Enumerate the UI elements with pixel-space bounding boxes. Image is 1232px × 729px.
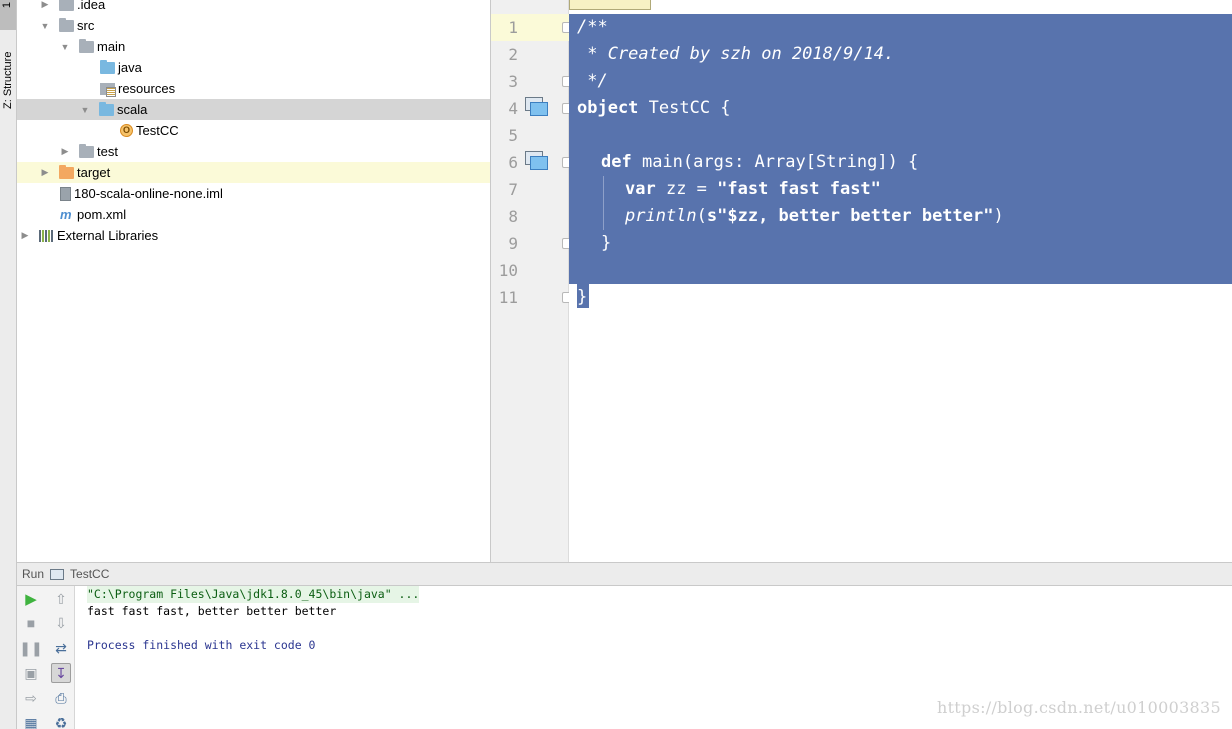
console-output-line: fast fast fast, better better better <box>87 604 337 618</box>
code-editor[interactable]: /** * Created by szh on 2018/9/14. */ ob… <box>569 0 1232 562</box>
run-panel-title: Run <box>22 567 45 581</box>
tree-item-idea[interactable]: ▶ .idea <box>17 0 490 15</box>
line-number: 3 <box>508 72 518 91</box>
watermark-text: https://blog.csdn.net/u010003835 <box>936 698 1221 717</box>
console-exit-line: Process finished with exit code 0 <box>87 638 316 652</box>
line-number: 2 <box>508 45 518 64</box>
source-folder-icon <box>100 59 115 74</box>
line-number: 5 <box>508 126 518 145</box>
tree-item-src[interactable]: ▼ src <box>17 15 490 36</box>
chevron-down-icon[interactable]: ▼ <box>79 104 91 116</box>
code-line-3: */ <box>577 71 608 91</box>
code-line-2: * Created by szh on 2018/9/14. <box>577 44 895 64</box>
rerun-icon[interactable]: ▶ <box>21 589 41 609</box>
structure-tool-tab[interactable]: Z: Structure <box>0 40 16 120</box>
console-command-line: "C:\Program Files\Java\jdk1.8.0_45\bin\j… <box>87 586 420 603</box>
folder-icon <box>79 38 94 53</box>
trash-icon[interactable]: ♻ <box>51 713 71 729</box>
code-line-6: def main(args: Array[String]) { <box>601 152 919 172</box>
folder-icon <box>59 17 74 32</box>
line-number: 4 <box>508 99 518 118</box>
chevron-down-icon[interactable]: ▼ <box>39 20 51 32</box>
print-icon[interactable]: ⎙ <box>51 688 71 708</box>
chevron-right-icon[interactable]: ▶ <box>19 230 31 242</box>
run-panel-header: Run TestCC <box>17 562 1232 586</box>
chevron-right-icon[interactable]: ▶ <box>39 167 51 179</box>
iml-file-icon <box>60 186 71 201</box>
soft-wrap-icon[interactable]: ⇄ <box>51 638 71 658</box>
tree-item-pom[interactable]: m pom.xml <box>17 204 490 225</box>
tree-item-iml[interactable]: 180-scala-online-none.iml <box>17 183 490 204</box>
arrow-up-icon[interactable]: ⇧ <box>51 589 71 609</box>
run-config-tab[interactable]: TestCC <box>70 567 109 581</box>
line-number: 7 <box>508 180 518 199</box>
folder-icon <box>59 0 74 11</box>
code-line-7: var zz = "fast fast fast" <box>625 179 881 199</box>
run-toolbar: ▶ ⇧ ■ ⇩ ❚❚ ⇄ ▣ ↧ ⇨ ⎙ ▦ ♻ <box>17 586 75 729</box>
login-icon[interactable]: ⇨ <box>21 688 41 708</box>
code-line-1: /** <box>577 17 608 37</box>
line-number: 1 <box>491 14 569 41</box>
editor-gutter: 1 2 3 4 5 6 7 8 9 10 11 <box>491 0 573 562</box>
tree-item-scala[interactable]: ▼ scala <box>17 99 490 120</box>
editor-tooltip <box>569 0 651 10</box>
structure-tab-label: Z: Structure <box>2 51 14 109</box>
run-gutter-icon[interactable] <box>525 97 549 117</box>
project-tool-tab[interactable]: 1 <box>0 0 16 30</box>
excluded-folder-icon <box>59 164 74 179</box>
scroll-to-end-icon[interactable]: ↧ <box>51 663 71 683</box>
source-folder-icon <box>99 101 114 116</box>
line-number: 6 <box>508 153 518 172</box>
chevron-down-icon[interactable]: ▼ <box>59 41 71 53</box>
stop-icon[interactable]: ■ <box>21 613 41 633</box>
chevron-right-icon[interactable]: ▶ <box>39 0 51 11</box>
scala-object-icon: O <box>120 124 133 137</box>
chevron-right-icon[interactable]: ▶ <box>59 146 71 158</box>
tree-item-target[interactable]: ▶ target <box>17 162 490 183</box>
project-tree-panel: ▶ .idea ▼ src ▼ main java resources ▼ sc… <box>17 0 491 562</box>
tree-item-java[interactable]: java <box>17 57 490 78</box>
run-gutter-icon[interactable] <box>525 151 549 171</box>
code-line-11: } <box>577 287 588 307</box>
resources-folder-icon <box>100 82 116 97</box>
code-line-9: } <box>601 233 612 253</box>
code-line-4: object TestCC { <box>577 98 731 118</box>
tree-item-external-libraries[interactable]: ▶ External Libraries <box>17 225 490 246</box>
tree-item-testcc[interactable]: O TestCC <box>17 120 490 141</box>
indent-guide <box>603 176 604 230</box>
layout-icon[interactable]: ▦ <box>21 713 41 729</box>
camera-icon[interactable]: ▣ <box>21 663 41 683</box>
maven-file-icon: m <box>60 207 72 222</box>
pause-icon[interactable]: ❚❚ <box>19 638 42 658</box>
folder-icon <box>79 143 94 158</box>
line-number: 10 <box>498 261 518 280</box>
line-number: 9 <box>508 234 518 253</box>
arrow-down-icon[interactable]: ⇩ <box>51 613 71 633</box>
run-config-icon <box>50 568 65 580</box>
line-number: 8 <box>508 207 518 226</box>
tree-item-test[interactable]: ▶ test <box>17 141 490 162</box>
libraries-icon <box>39 229 54 242</box>
left-tool-strip: 1 Z: Structure <box>0 0 17 729</box>
code-line-8: println(s"$zz, better better better") <box>625 206 1004 226</box>
line-number: 11 <box>498 288 518 307</box>
tree-item-resources[interactable]: resources <box>17 78 490 99</box>
tree-item-main[interactable]: ▼ main <box>17 36 490 57</box>
